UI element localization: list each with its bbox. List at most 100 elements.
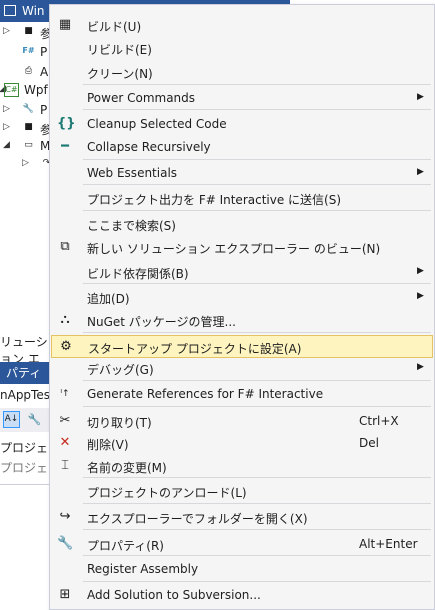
az-sort-icon[interactable]: A↓ [3, 411, 20, 428]
menu-item-rebuild[interactable]: リビルド(E) [51, 37, 433, 60]
menu-item-web-essentials[interactable]: Web Essentials ▶ [51, 162, 433, 185]
menu-item-shortcut: Alt+Enter [359, 537, 418, 551]
submenu-arrow-icon: ▶ [417, 167, 424, 177]
menu-item-label: Cleanup Selected Code [87, 117, 227, 131]
submenu-arrow-icon: ▶ [417, 362, 424, 372]
properties-row[interactable]: プロジェクト [0, 438, 52, 458]
menu-item-unload-project[interactable]: プロジェクトのアンロード(L) [51, 480, 433, 503]
subversion-icon: ⊞ [59, 587, 71, 602]
menu-item-label: 新しい ソリューション エクスプローラー のビュー(N) [87, 242, 381, 256]
expander-icon[interactable]: ▷ [22, 158, 29, 168]
tree-node-icon: ■ [24, 122, 33, 132]
menu-item-label: 削除(V) [87, 438, 129, 452]
menu-item-collapse-recursively[interactable]: ━ Collapse Recursively [51, 136, 433, 159]
properties-toolbar: A↓ 🔧 [0, 408, 52, 432]
menu-item-send-to-fsi[interactable]: プロジェクト出力を F# Interactive に送信(S) [51, 187, 433, 210]
solution-explorer-tab-label[interactable]: リューション エ [0, 333, 55, 366]
menu-item-scope-to-this[interactable]: ここまで検索(S) [51, 213, 433, 236]
menu-item-label: NuGet パッケージの管理... [87, 315, 236, 329]
menu-item-register-assembly[interactable]: Register Assembly [51, 558, 433, 581]
menu-item-label: プロパティ(R) [87, 539, 164, 553]
rename-icon: ⌶ [61, 458, 69, 473]
menu-item-delete[interactable]: ✕ 削除(V) Del [51, 432, 433, 455]
submenu-arrow-icon: ▶ [417, 291, 424, 301]
tree-node-label: A [40, 65, 49, 79]
menu-item-cleanup-selected-code[interactable]: {} Cleanup Selected Code [51, 113, 433, 136]
menu-item-new-explorer-view[interactable]: ⧉ 新しい ソリューション エクスプローラー のビュー(N) [51, 236, 433, 259]
expander-icon[interactable]: ▷ [3, 122, 10, 132]
wrench-icon[interactable]: 🔧 [26, 411, 43, 428]
menu-separator [83, 159, 431, 160]
menu-item-label: Generate References for F# Interactive [87, 387, 324, 401]
menu-item-label: プロジェクト出力を F# Interactive に送信(S) [87, 193, 342, 207]
menu-item-shortcut: Ctrl+X [359, 414, 399, 428]
menu-item-label: ビルド依存関係(B) [87, 267, 189, 281]
menu-item-generate-refs[interactable]: ᴵ↑ Generate References for F# Interactive [51, 383, 433, 406]
menu-item-label: スタートアップ プロジェクトに設定(A) [88, 342, 302, 356]
menu-item-add-to-subversion[interactable]: ⊞ Add Solution to Subversion... [51, 584, 433, 607]
submenu-arrow-icon: ▶ [417, 266, 424, 276]
context-menu: ▦ ビルド(U) リビルド(E) クリーン(N) Power Commands ▶ {} Cl… [49, 4, 435, 610]
nuget-icon: ⛬ [60, 312, 70, 327]
menu-item-label: Web Essentials [87, 166, 178, 180]
menu-item-build-dependencies[interactable]: ビルド依存関係(B) ▶ [51, 261, 433, 284]
menu-item-label: ここまで検索(S) [87, 219, 176, 233]
properties-row[interactable]: プロジェクト [0, 458, 52, 478]
menu-separator [83, 503, 431, 504]
open-folder-icon: ↪ [59, 509, 71, 524]
menu-item-label: リビルド(E) [87, 43, 152, 57]
menu-separator [83, 332, 431, 333]
submenu-arrow-icon: ▶ [417, 92, 424, 102]
tree-node-icon: ⎙ [24, 66, 33, 76]
menu-separator [83, 529, 431, 530]
menu-item-debug[interactable]: デバッグ(G) ▶ [51, 357, 433, 380]
tree-node-label: P [40, 45, 48, 59]
properties-titlebar: パティ [0, 362, 52, 384]
expander-icon[interactable]: ▷ [3, 104, 10, 114]
tree-node-icon: ■ [24, 26, 33, 36]
tree-node-icon: F# [22, 46, 35, 55]
menu-item-label: 切り取り(T) [87, 416, 152, 430]
properties-divider [0, 484, 52, 485]
expander-icon[interactable]: ▷ [3, 26, 10, 36]
menu-item-clean[interactable]: クリーン(N) [51, 61, 433, 84]
menu-item-add[interactable]: 追加(D) ▶ [51, 286, 433, 309]
menu-item-label: デバッグ(G) [87, 363, 154, 377]
menu-separator [83, 406, 431, 407]
menu-item-label: Register Assembly [87, 562, 199, 576]
expander-icon[interactable]: ◢ [3, 140, 10, 150]
solution-root-label[interactable]: Win [22, 4, 45, 18]
menu-item-label: 追加(D) [87, 292, 130, 306]
tree-node-label: P [40, 103, 48, 117]
menu-item-label: プロジェクトのアンロード(L) [87, 486, 247, 500]
new-view-icon: ⧉ [60, 239, 70, 254]
delete-icon: ✕ [59, 435, 71, 450]
properties-object-name[interactable]: nAppTest [0, 384, 55, 406]
menu-item-label: Collapse Recursively [87, 140, 211, 154]
menu-separator [83, 84, 431, 85]
menu-separator [83, 210, 431, 211]
tree-node-icon: C# [4, 83, 19, 97]
menu-item-rename[interactable]: ⌶ 名前の変更(M) [51, 455, 433, 478]
menu-item-label: クリーン(N) [87, 67, 153, 81]
menu-item-shortcut: Del [359, 436, 379, 450]
menu-item-set-startup[interactable]: ⚙ スタートアップ プロジェクトに設定(A) [51, 335, 433, 358]
menu-separator [83, 380, 431, 381]
gear-icon: ⚙ [60, 339, 72, 354]
menu-item-build[interactable]: ▦ ビルド(U) [51, 14, 433, 37]
menu-item-label: Add Solution to Subversion... [87, 588, 261, 602]
wrench-icon: 🔧 [57, 536, 74, 551]
menu-item-open-in-explorer[interactable]: ↪ エクスプローラーでフォルダーを開く(X) [51, 506, 433, 529]
menu-item-nuget[interactable]: ⛬ NuGet パッケージの管理... [51, 309, 433, 332]
braces-icon: {} [57, 116, 76, 131]
solution-root-icon [4, 5, 16, 16]
menu-item-label: エクスプローラーでフォルダーを開く(X) [87, 512, 308, 526]
tree-node-label: Wpf [24, 83, 48, 97]
menu-item-cut[interactable]: ✂ 切り取り(T) Ctrl+X [51, 410, 433, 433]
menu-item-properties[interactable]: 🔧 プロパティ(R) Alt+Enter [51, 533, 433, 556]
menu-item-power-commands[interactable]: Power Commands ▶ [51, 87, 433, 110]
menu-item-label: Power Commands [87, 91, 196, 105]
scissors-icon: ✂ [59, 413, 71, 428]
minus-icon: ━ [61, 139, 69, 154]
menu-separator [83, 581, 431, 582]
